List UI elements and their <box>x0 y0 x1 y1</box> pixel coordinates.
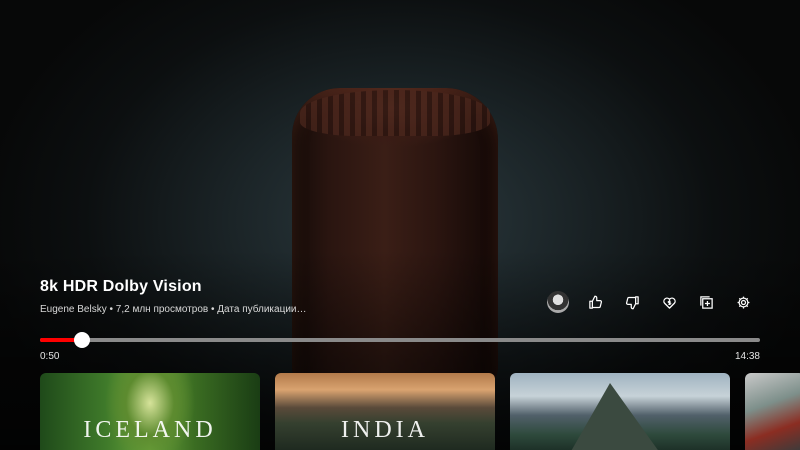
related-video-card[interactable]: ICELAND <box>40 373 260 450</box>
settings-button[interactable] <box>731 290 755 314</box>
current-time: 0:50 <box>40 351 60 362</box>
related-videos-shelf: ICELAND INDIA <box>0 373 800 450</box>
video-title: 8k HDR Dolby Vision <box>40 278 202 295</box>
thumbnail-mountain <box>570 383 660 450</box>
video-meta: Eugene Belsky • 7,2 млн просмотров • Дат… <box>40 304 307 315</box>
seek-bar-scrubber[interactable] <box>73 332 90 348</box>
total-duration: 14:38 <box>734 351 760 362</box>
thanks-icon <box>662 297 676 309</box>
save-to-playlist-icon <box>699 295 713 309</box>
channel-avatar <box>547 291 569 313</box>
related-video-card[interactable]: INDIA <box>275 373 495 450</box>
action-bar <box>546 290 768 314</box>
save-to-playlist-button[interactable] <box>694 290 718 314</box>
thumbnail-title-text: ICELAND <box>83 417 217 443</box>
like-icon <box>588 295 602 309</box>
like-button[interactable] <box>583 290 607 314</box>
thumbnail-title-text: INDIA <box>341 417 429 443</box>
seek-bar[interactable] <box>40 332 760 348</box>
thanks-button[interactable] <box>657 290 681 314</box>
video-subject-top <box>300 90 490 136</box>
dislike-icon <box>625 295 639 309</box>
related-video-card[interactable] <box>745 373 800 450</box>
dislike-button[interactable] <box>620 290 644 314</box>
related-video-card[interactable] <box>510 373 730 450</box>
settings-gear-icon <box>737 296 749 308</box>
channel-avatar-button[interactable] <box>546 290 570 314</box>
